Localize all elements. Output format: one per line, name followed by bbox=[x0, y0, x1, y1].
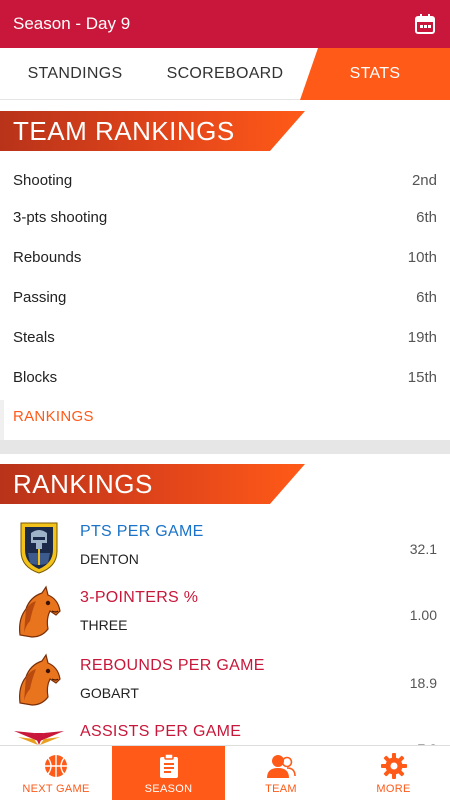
stat-category: ASSISTS PER GAME bbox=[80, 723, 242, 740]
tab-standings-label: STANDINGS bbox=[27, 65, 123, 82]
nav-season[interactable]: SEASON bbox=[112, 746, 225, 800]
ranking-value: 6th bbox=[416, 208, 437, 226]
nav-more[interactable]: MORE bbox=[337, 746, 450, 800]
team-rankings-banner: TEAM RANKINGS bbox=[0, 111, 305, 151]
nav-more-label: MORE bbox=[376, 782, 411, 795]
clipboard-icon bbox=[159, 752, 178, 778]
page-title: Season - Day 9 bbox=[13, 14, 131, 33]
bottom-navigation: NEXT GAME SEASON TEAM MORE bbox=[0, 745, 450, 800]
team-ranking-row: Shooting 2nd bbox=[0, 160, 450, 200]
ranking-value: 10th bbox=[407, 248, 437, 266]
stat-category: 3-POINTERS % bbox=[80, 589, 199, 606]
users-icon bbox=[267, 754, 296, 778]
nav-season-label: SEASON bbox=[144, 782, 193, 795]
stat-value: 1.00 bbox=[409, 607, 437, 623]
horse-head-logo bbox=[12, 653, 66, 709]
nav-next-game-label: NEXT GAME bbox=[22, 782, 90, 795]
player-name: DENTON bbox=[80, 551, 139, 567]
team-ranking-row: Rebounds 10th bbox=[0, 237, 450, 277]
tab-scoreboard[interactable]: SCOREBOARD bbox=[150, 48, 300, 100]
player-name: THREE bbox=[80, 617, 128, 633]
stat-value: 32.1 bbox=[409, 541, 437, 557]
knight-shield-logo bbox=[12, 519, 66, 575]
section-divider bbox=[0, 440, 450, 454]
ranking-label: Blocks bbox=[13, 368, 58, 386]
ranking-label: Passing bbox=[13, 288, 67, 306]
ranking-value: 15th bbox=[407, 368, 437, 386]
horse-head-logo bbox=[12, 585, 66, 641]
stat-leader-row[interactable]: PTS PER GAME DENTON 32.1 bbox=[0, 519, 450, 585]
tab-stats-label: STATS bbox=[349, 65, 401, 82]
rankings-title: RANKINGS bbox=[13, 468, 153, 499]
team-ranking-row: Steals 19th bbox=[0, 317, 450, 357]
stat-category: PTS PER GAME bbox=[80, 523, 204, 540]
top-tabs: STANDINGS SCOREBOARD STATS bbox=[0, 48, 450, 100]
tab-scoreboard-label: SCOREBOARD bbox=[166, 65, 284, 82]
team-rankings-title: TEAM RANKINGS bbox=[13, 115, 235, 146]
team-ranking-row: 3-pts shooting 6th bbox=[0, 197, 450, 237]
rankings-link[interactable]: RANKINGS bbox=[13, 408, 94, 425]
stat-leader-row[interactable]: 3-POINTERS % THREE 1.00 bbox=[0, 585, 450, 651]
gear-icon bbox=[380, 752, 407, 779]
ranking-label: 3-pts shooting bbox=[13, 208, 108, 226]
ranking-value: 2nd bbox=[411, 171, 437, 189]
team-ranking-row: Passing 6th bbox=[0, 277, 450, 317]
nav-team[interactable]: TEAM bbox=[225, 746, 337, 800]
ranking-value: 6th bbox=[416, 288, 437, 306]
stat-leader-row[interactable]: REBOUNDS PER GAME GOBART 18.9 bbox=[0, 653, 450, 719]
tab-standings[interactable]: STANDINGS bbox=[0, 48, 150, 100]
team-ranking-row: Blocks 15th bbox=[0, 357, 450, 397]
nav-next-game[interactable]: NEXT GAME bbox=[0, 746, 112, 800]
nav-team-label: TEAM bbox=[265, 782, 297, 795]
player-name: GOBART bbox=[80, 685, 139, 701]
ranking-label: Steals bbox=[13, 328, 55, 346]
stat-value: 18.9 bbox=[409, 675, 437, 691]
ranking-label: Shooting bbox=[13, 171, 73, 189]
rankings-banner: RANKINGS bbox=[0, 464, 305, 504]
basketball-icon bbox=[45, 754, 67, 777]
calendar-icon[interactable] bbox=[412, 11, 438, 37]
app-header: Season - Day 9 bbox=[0, 0, 450, 48]
ranking-value: 19th bbox=[407, 328, 437, 346]
card-edge bbox=[0, 400, 4, 440]
stat-category: REBOUNDS PER GAME bbox=[80, 657, 265, 674]
tab-stats[interactable]: STATS bbox=[300, 48, 450, 100]
ranking-label: Rebounds bbox=[13, 248, 82, 266]
